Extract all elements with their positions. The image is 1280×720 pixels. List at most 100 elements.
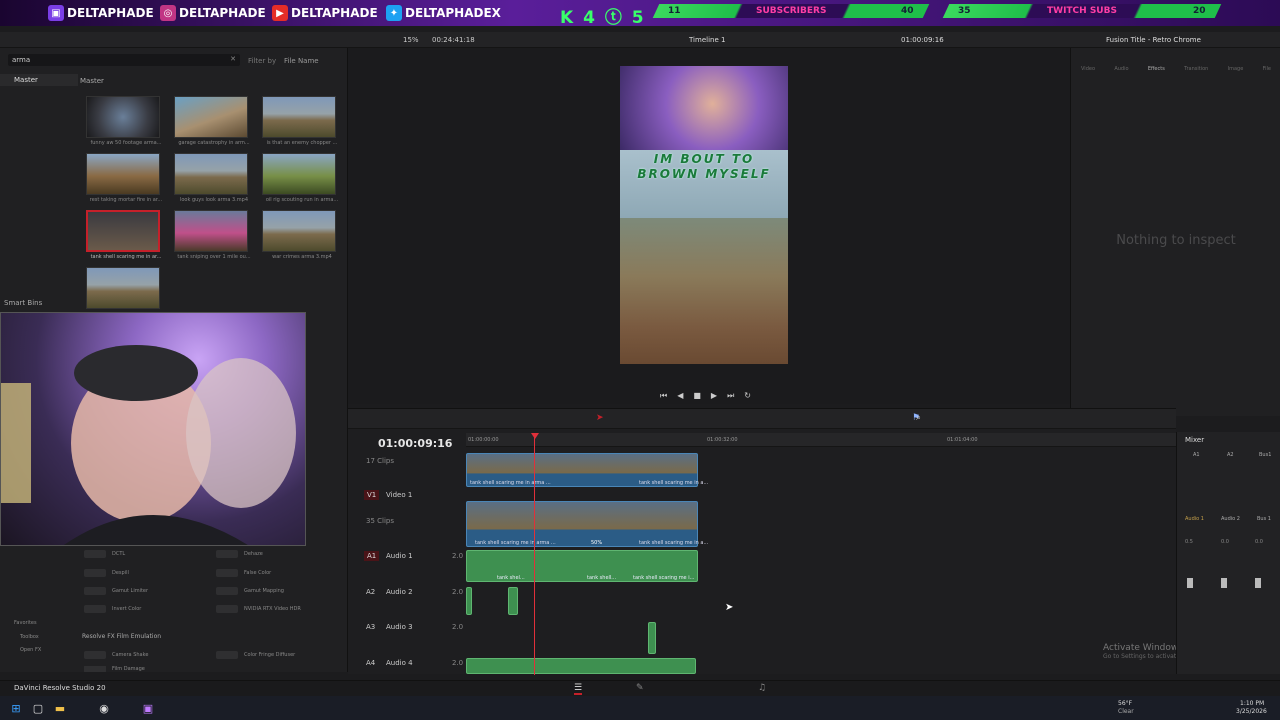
fx-item[interactable]: NVIDIA RTX Video HDR xyxy=(216,602,301,616)
fx-item[interactable]: Film Damage xyxy=(84,666,145,672)
track-a3-code[interactable]: A3 xyxy=(366,623,375,631)
clip-item[interactable]: war crimes arma 3.mp4 xyxy=(262,210,342,260)
fx-item[interactable]: Despill xyxy=(84,566,129,580)
clip-item[interactable]: tank sniping over 1 mile ou... xyxy=(174,210,254,260)
search-field[interactable]: arma ✕ xyxy=(8,54,240,66)
track-a1-code[interactable]: A1 xyxy=(364,551,380,561)
clip-thumbnail xyxy=(174,153,248,195)
instagram-handle: DELTAPHADE xyxy=(179,6,266,20)
mixer-channel-name: Audio 1 xyxy=(1185,516,1204,522)
viewer-zoom[interactable]: 15% xyxy=(403,36,419,44)
social-twitch: ▣ DELTAPHADE xyxy=(48,4,154,22)
clip-label: tank shell... xyxy=(587,575,617,581)
playhead[interactable] xyxy=(534,433,535,675)
windows-start-icon[interactable]: ⊞ xyxy=(8,700,24,716)
tab-video[interactable]: Video xyxy=(1081,66,1095,72)
fairlight-page-icon[interactable]: ♫ xyxy=(758,683,766,693)
main-toolbar: 15% 00:24:41:18 Timeline 1 01:00:09:16 F… xyxy=(0,32,1280,48)
tab-file[interactable]: File xyxy=(1263,66,1271,72)
tab-effects[interactable]: Effects xyxy=(1148,66,1165,72)
fx-item[interactable]: Gamut Mapping xyxy=(216,584,284,598)
track-a2-code[interactable]: A2 xyxy=(366,588,375,596)
audio-clip-a2[interactable] xyxy=(508,587,518,615)
open-fx-label[interactable]: Open FX xyxy=(20,647,41,653)
file-explorer-icon[interactable]: ▬ xyxy=(52,700,68,716)
video-clip-v1[interactable]: tank shell scaring me in arma ... 50% ta… xyxy=(466,501,708,547)
track-v1-code[interactable]: V1 xyxy=(364,490,380,500)
chrome-icon[interactable]: ◉ xyxy=(96,700,112,716)
pointer-icon[interactable]: ➤ xyxy=(596,413,604,423)
favorites-label[interactable]: Favorites xyxy=(14,620,37,626)
fx-icon xyxy=(216,587,238,595)
skip-forward-icon[interactable]: ⏭ xyxy=(727,391,734,403)
tab-audio[interactable]: Audio xyxy=(1114,66,1128,72)
fx-item[interactable]: Camera Shake xyxy=(84,648,148,662)
filter-select[interactable]: File Name xyxy=(284,57,319,65)
fader-a1[interactable] xyxy=(1187,578,1193,588)
clip-item[interactable]: garage catastrophy in arm... xyxy=(174,96,254,146)
time-ruler[interactable]: 01:00:00:00 01:00:32:00 01:01:04:00 xyxy=(466,433,1176,447)
twitch-taskbar-icon[interactable]: ▣ xyxy=(140,700,156,716)
clip-item[interactable]: oil rig scouting run in arma... xyxy=(262,153,342,203)
track-a4-code[interactable]: A4 xyxy=(366,659,375,667)
clip-name: rest taking mortar fire in ar... xyxy=(89,197,163,203)
audio-clip-a2[interactable] xyxy=(466,587,472,615)
clip-item-selected[interactable]: tank shell scaring me in ar... xyxy=(86,210,166,260)
instagram-icon: ◎ xyxy=(160,5,176,21)
k45-badge: K 4 ⓣ 5 xyxy=(560,8,646,26)
clip-item[interactable] xyxy=(86,267,166,311)
tab-image[interactable]: Image xyxy=(1228,66,1244,72)
fader-bus1[interactable] xyxy=(1255,578,1261,588)
clear-search-icon[interactable]: ✕ xyxy=(230,55,236,63)
fusion-page-icon[interactable]: ✎ xyxy=(636,683,644,693)
timeline-selector[interactable]: Timeline 1 xyxy=(689,36,725,44)
fader-a2[interactable] xyxy=(1221,578,1227,588)
edit-page-icon[interactable]: ☰ xyxy=(574,683,583,695)
twitch-subs-label: TWITCH SUBS xyxy=(1047,6,1117,16)
mixer-value: 0.0 xyxy=(1221,539,1229,545)
clip-item[interactable]: funny aw 50 footage arma... xyxy=(86,96,166,146)
search-icon[interactable]: ▢ xyxy=(30,700,46,716)
fx-item[interactable]: Invert Color xyxy=(84,602,141,616)
loop-icon[interactable]: ↻ xyxy=(744,391,751,403)
smart-bins-label[interactable]: Smart Bins xyxy=(4,299,42,307)
track-clip-count: 17 Clips xyxy=(366,457,394,465)
stop-icon[interactable]: ■ xyxy=(693,391,701,403)
audio-clip-a3[interactable] xyxy=(648,622,656,654)
playhead-handle[interactable] xyxy=(531,433,539,439)
audio-clip-a1[interactable]: tank shel... tank shell... tank shell sc… xyxy=(466,550,698,582)
clock-time: 1:10 PM xyxy=(1240,700,1265,707)
clip-item[interactable]: look guys look arma 3.mp4 xyxy=(174,153,254,203)
twitter-icon: ✦ xyxy=(386,5,402,21)
toolbox-label[interactable]: Toolbox xyxy=(20,634,39,640)
timeline-panel: ➤ ⚑ ⌕ 01:00:09:16 01:00:00:00 01:00:32:0… xyxy=(348,408,1210,675)
audio-clip-a4[interactable] xyxy=(466,658,696,674)
activate-windows-watermark: Activate Windows Go to Settings to activ… xyxy=(1103,643,1210,660)
inspector-tabs: Video Audio Effects Transition Image Fil… xyxy=(1081,66,1271,72)
fx-item[interactable]: Dehaze xyxy=(216,547,263,561)
mixer-value: 0.0 xyxy=(1255,539,1263,545)
clip-name: oil rig scouting run in arma... xyxy=(265,197,339,203)
skip-back-icon[interactable]: ⏮ xyxy=(660,391,667,403)
clip-item[interactable]: rest taking mortar fire in ar... xyxy=(86,153,166,203)
fx-item[interactable]: DCTL xyxy=(84,547,125,561)
twitch-subs-current: 35 xyxy=(958,6,971,16)
social-instagram: ◎ DELTAPHADE xyxy=(160,4,266,22)
transport-controls: ⏮ ◀ ■ ▶ ⏭ ↻ xyxy=(660,391,756,403)
social-twitter: ✦ DELTAPHADEX xyxy=(386,4,501,22)
clip-item[interactable]: is that an enemy chopper ... xyxy=(262,96,342,146)
play-icon[interactable]: ▶ xyxy=(711,391,717,403)
fx-item[interactable]: Color Fringe Diffuser xyxy=(216,648,295,662)
terrain-area xyxy=(620,218,788,364)
bin-tree-master[interactable]: Master xyxy=(0,74,78,86)
tab-transition[interactable]: Transition xyxy=(1184,66,1208,72)
fx-item[interactable]: Gamut Limiter xyxy=(84,584,148,598)
vertical-facecam xyxy=(620,66,788,150)
play-reverse-icon[interactable]: ◀ xyxy=(677,391,683,403)
fx-item[interactable]: False Color xyxy=(216,566,271,580)
video-clip-track2[interactable]: tank shell scaring me in arma ... tank s… xyxy=(466,453,708,487)
ruler-mark: 01:00:00:00 xyxy=(468,437,499,443)
track-a4-level: 2.0 xyxy=(452,659,464,667)
zoom-icon[interactable]: ⌕ xyxy=(916,413,921,423)
fx-icon xyxy=(84,651,106,659)
